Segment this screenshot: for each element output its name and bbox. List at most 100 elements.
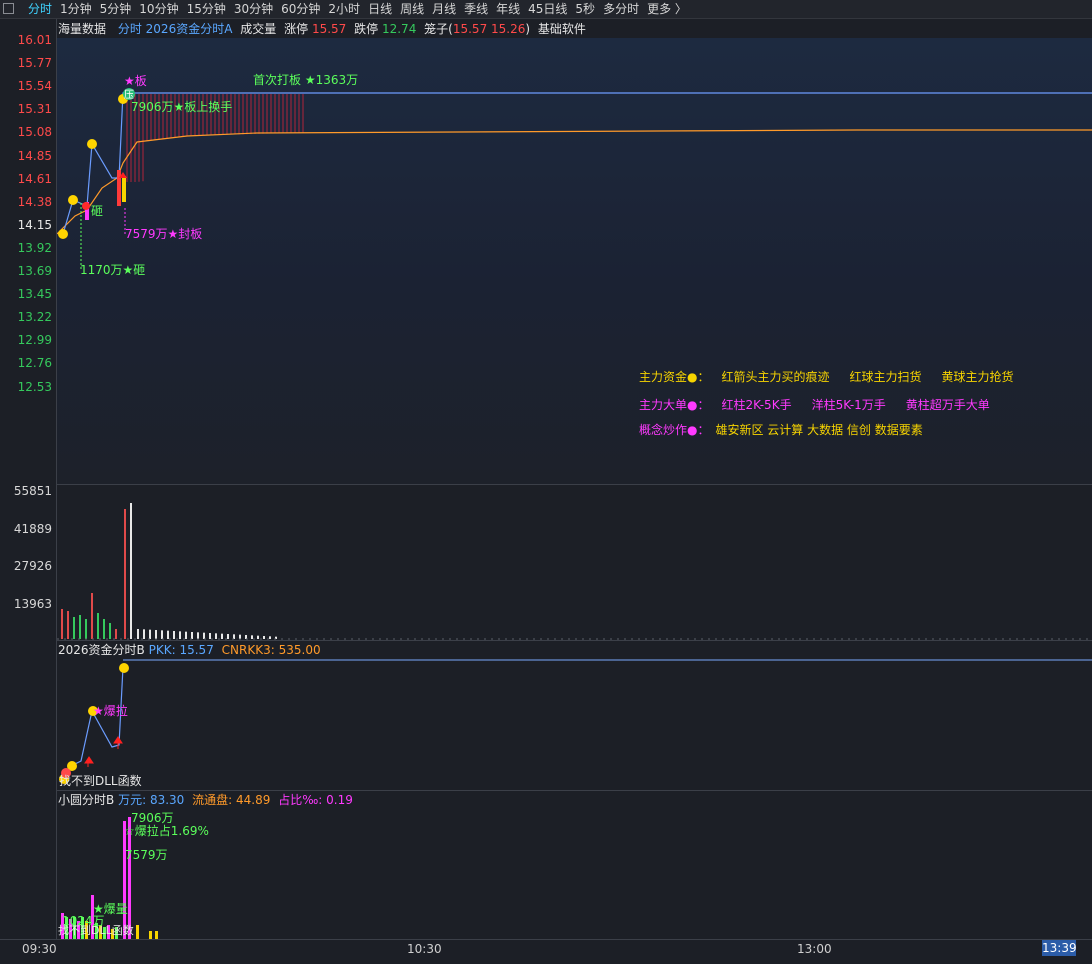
period-tab[interactable]: 10分钟 xyxy=(135,0,182,18)
volume-bar xyxy=(97,613,99,639)
volume-bar xyxy=(91,593,93,639)
ratio-value: 0.19 xyxy=(326,793,353,807)
cage-b: 15.26 xyxy=(491,22,526,36)
price-tick-label: 12.53 xyxy=(17,379,52,394)
volume-bar xyxy=(269,636,271,639)
pkk-value: 15.57 xyxy=(179,643,214,657)
cnrkk-label: CNRKK3: xyxy=(221,643,275,657)
data-source-label: 海量数据 xyxy=(58,22,107,36)
volume-bar xyxy=(137,629,139,639)
volume-bar xyxy=(263,636,265,639)
panel-toggle-icon[interactable] xyxy=(3,3,14,14)
period-tabs: 分时 1分钟 5分钟 10分钟 15分钟 30分钟 60分钟 2小时 日线 周线 月线 季线 年线 45日… xyxy=(24,0,691,18)
average-price-line xyxy=(57,129,1092,235)
period-tab[interactable]: 60分钟 xyxy=(277,0,324,18)
volume-bar xyxy=(61,609,63,639)
volume-bar xyxy=(209,633,211,639)
volume-bar xyxy=(197,632,199,639)
volume-bar xyxy=(130,503,132,639)
concept-list: 雄安新区 云计算 大数据 信创 数据要素 xyxy=(715,423,923,437)
fund-bar xyxy=(136,925,139,939)
price-tick-label: 14.85 xyxy=(17,148,52,163)
dll-error-text: 找不到DLL函数 xyxy=(59,774,142,788)
seal-annotation: 7579万★封板 xyxy=(125,227,203,241)
period-tab[interactable]: 周线 xyxy=(396,0,428,18)
legend-label: 概念炒作●： xyxy=(639,423,710,437)
period-tab[interactable]: 15分钟 xyxy=(183,0,230,18)
period-tab[interactable]: 5分钟 xyxy=(96,0,136,18)
price-tick-label: 16.01 xyxy=(17,33,52,47)
panel-c-v3: 7579万 xyxy=(125,848,168,862)
board-turnover-annotation: 7906万★板上换手 xyxy=(131,100,233,114)
limit-down-value: 12.74 xyxy=(381,22,417,36)
current-time-marker: 13:39 xyxy=(1042,940,1077,956)
price-tick-label: 15.08 xyxy=(17,125,52,140)
period-tab[interactable]: 年线 xyxy=(492,0,524,18)
gold-ball xyxy=(87,139,97,149)
volume-bar xyxy=(179,631,181,639)
red-bar xyxy=(117,170,121,206)
volume-bar xyxy=(245,635,247,639)
period-tab[interactable]: 5秒 xyxy=(571,0,599,18)
volume-bar xyxy=(85,619,87,639)
period-tab[interactable]: 45日线 xyxy=(524,0,571,18)
fund-bar xyxy=(149,931,152,939)
ratio-label: 占比‰: xyxy=(278,793,323,807)
period-tab[interactable]: 季线 xyxy=(460,0,492,18)
volume-bar xyxy=(221,633,223,639)
main-chart-header: 海量数据 分时 2026资金分时A 成交量 涨停 15.57 跌停 12.74 … xyxy=(58,20,586,38)
limit-up-label: 涨停 xyxy=(284,22,309,36)
indicator-name: 分时 2026资金分时A xyxy=(117,22,233,36)
period-tab[interactable]: 30分钟 xyxy=(230,0,277,18)
gold-ball xyxy=(58,229,68,239)
volume-tick-label: 13963 xyxy=(13,596,52,611)
volume-bar xyxy=(149,629,151,639)
volume-label: 成交量 xyxy=(240,22,277,36)
period-tab[interactable]: 更多 〉 xyxy=(643,0,691,18)
price-tick-label: 15.31 xyxy=(17,102,52,117)
legend-concepts: 概念炒作●： 雄安新区 云计算 大数据 信创 数据要素 xyxy=(639,423,943,437)
price-tick-label: 13.92 xyxy=(17,240,52,255)
price-tick-label: 12.76 xyxy=(17,356,52,371)
volume-bar xyxy=(233,634,235,639)
volume-bar xyxy=(124,509,126,639)
gold-ball xyxy=(68,195,78,205)
time-label: 13:00 xyxy=(797,942,832,956)
period-tab[interactable]: 日线 xyxy=(364,0,396,18)
panel-b-title: 2026资金分时B xyxy=(58,643,145,657)
panel-c-title: 小圆分时B xyxy=(58,793,115,807)
legend-big-orders: 主力大单●： 红柱2K-5K手 洋柱5K-1万手 黄柱超万手大单 xyxy=(639,398,1010,412)
legend-main-funds: 主力资金●： 红箭头主力买的痕迹 红球主力扫货 黄球主力抢货 xyxy=(639,370,1034,384)
volume-bar xyxy=(167,630,169,639)
period-tab[interactable]: 1分钟 xyxy=(56,0,96,18)
volume-bar xyxy=(143,629,145,639)
volume-tick-label: 27926 xyxy=(13,559,52,573)
cage-close: ) xyxy=(525,22,531,36)
legend-item: 洋柱5K-1万手 xyxy=(811,398,886,412)
legend-item: 黄柱超万手大单 xyxy=(905,398,990,412)
burst-annotation: ★爆拉 xyxy=(93,704,128,718)
price-tick-label: 14.61 xyxy=(17,171,52,186)
legend-item: 红球主力扫货 xyxy=(849,370,922,384)
price-tick-label: 12.99 xyxy=(17,333,52,348)
period-tab[interactable]: 2小时 xyxy=(324,0,364,18)
time-label: 09:30 xyxy=(22,942,57,956)
cage-label: 笼子( xyxy=(424,22,453,36)
smash-annotation: 砸 xyxy=(91,204,104,218)
time-label: 10:30 xyxy=(407,942,442,956)
volume-bar xyxy=(203,632,205,639)
period-tab[interactable]: 多分时 xyxy=(599,0,643,18)
price-tick-label: 15.54 xyxy=(17,79,52,94)
price-tick-label: 13.69 xyxy=(17,264,52,278)
volume-chart xyxy=(57,503,1092,640)
volume-bar xyxy=(79,615,81,639)
period-tab[interactable]: 月线 xyxy=(428,0,460,18)
red-ball xyxy=(82,202,90,210)
pkk-label: PKK: xyxy=(148,643,176,657)
volume-tick-label: 55851 xyxy=(13,484,52,498)
volume-bar xyxy=(115,629,117,639)
sector-label: 基础软件 xyxy=(537,22,586,36)
buy-arrow-icon xyxy=(84,756,94,767)
period-tab[interactable]: 分时 xyxy=(24,0,56,18)
limit-up-value: 15.57 xyxy=(311,22,347,36)
